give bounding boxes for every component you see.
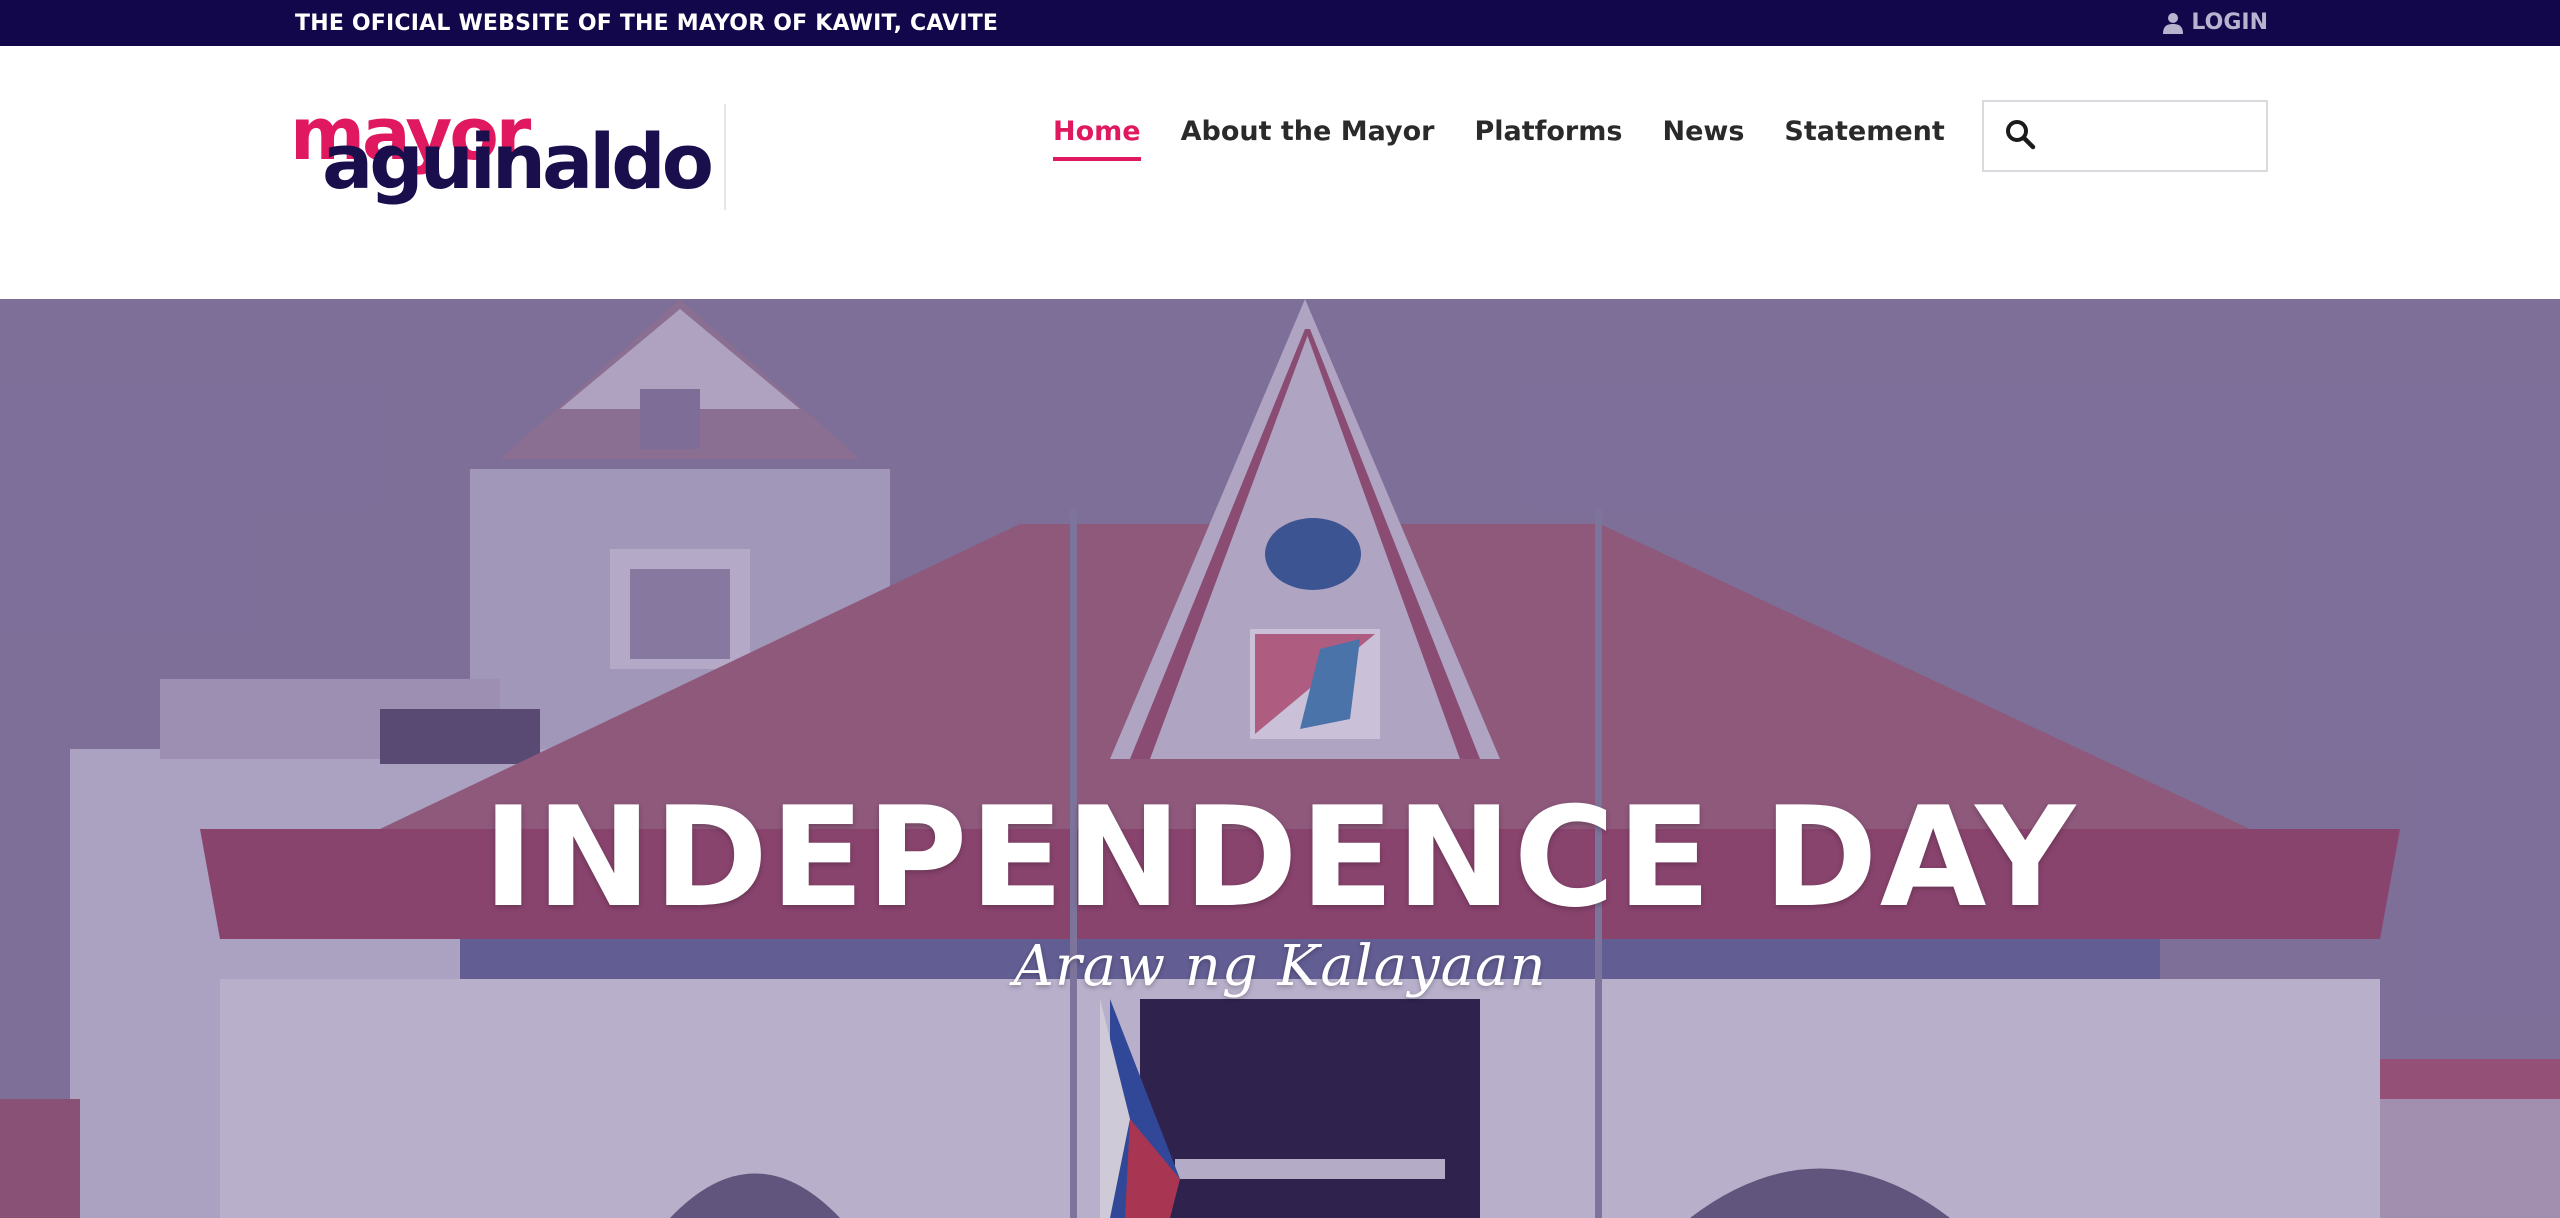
nav-item-statement[interactable]: Statement [1784, 116, 1944, 161]
search-box[interactable] [1982, 100, 2268, 172]
hero-subtitle: Araw ng Kalayaan [1013, 934, 1547, 999]
user-icon [2163, 12, 2184, 34]
main-nav: Home About the Mayor Platforms News Stat… [1053, 116, 1945, 161]
site-logo[interactable]: mayor aguinaldo [288, 98, 714, 208]
login-label: LOGIN [2191, 10, 2268, 35]
site-header: mayor aguinaldo Home About the Mayor Pla… [0, 46, 2560, 299]
top-bar: THE OFICIAL WEBSITE OF THE MAYOR OF KAWI… [0, 0, 2560, 46]
hero-overlay [0, 299, 2560, 1218]
search-icon[interactable] [2004, 118, 2036, 155]
nav-item-about-the-mayor[interactable]: About the Mayor [1181, 116, 1435, 161]
header-divider [724, 104, 726, 210]
login-link[interactable]: LOGIN [2163, 10, 2268, 35]
search-input[interactable] [2050, 122, 2260, 150]
hero-banner: INDEPENDENCE DAY Araw ng Kalayaan [0, 299, 2560, 1218]
nav-item-news[interactable]: News [1662, 116, 1744, 161]
nav-item-platforms[interactable]: Platforms [1474, 116, 1622, 161]
nav-item-home[interactable]: Home [1053, 116, 1141, 161]
hero-title: INDEPENDENCE DAY [482, 777, 2078, 938]
logo-word-aguinaldo: aguinaldo [322, 117, 714, 206]
site-tagline: THE OFICIAL WEBSITE OF THE MAYOR OF KAWI… [295, 11, 999, 36]
